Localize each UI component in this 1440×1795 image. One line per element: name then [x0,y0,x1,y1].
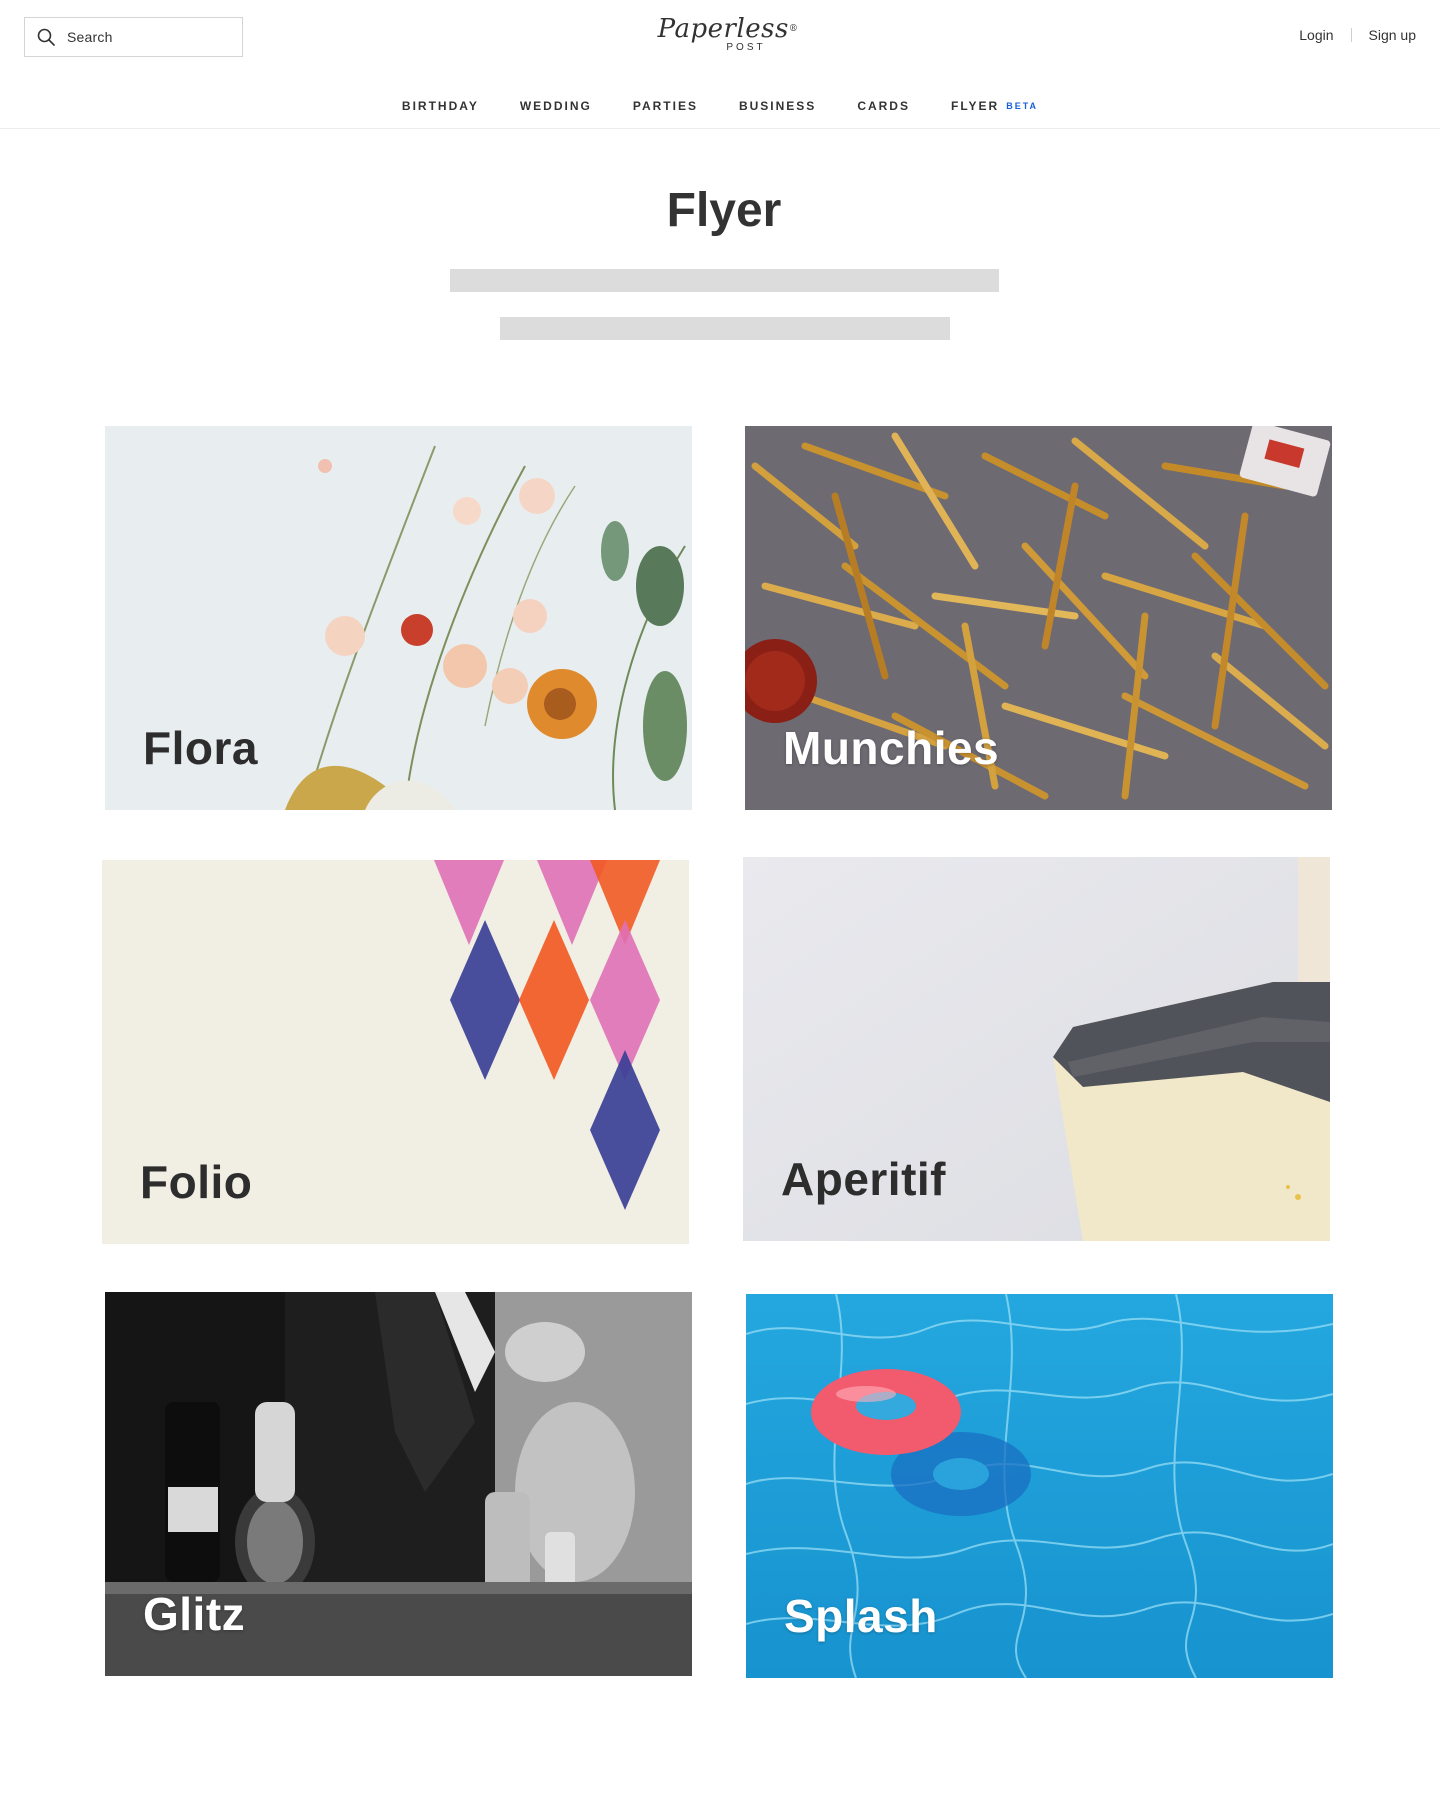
logo-wordmark: Paperless® [657,14,799,44]
page-title: Flyer [666,184,782,237]
collection-title: Munchies [783,722,1000,774]
nav-item-birthday[interactable]: BIRTHDAY [402,99,479,113]
auth-divider [1350,28,1352,42]
description-placeholder-line-1 [450,269,999,292]
collection-card-glitz[interactable]: Glitz [105,1292,692,1676]
nav-item-flyer[interactable]: FLYER BETA [951,99,1038,113]
site-header: Search Paperless® POST Login Sign up BIR… [0,0,1440,129]
nav-item-parties[interactable]: PARTIES [633,99,698,113]
nav-item-cards[interactable]: CARDS [857,99,910,113]
collection-title: Aperitif [781,1153,946,1205]
search-icon [37,28,55,46]
collection-title: Flora [143,722,258,774]
paperless-post-logo[interactable]: Paperless® POST [620,14,836,58]
category-nav: BIRTHDAY WEDDING PARTIES BUSINESS CARDS … [0,99,1440,113]
auth-links: Login Sign up [1299,27,1416,43]
search-input[interactable]: Search [24,17,243,57]
signup-link[interactable]: Sign up [1369,27,1416,43]
collection-title: Folio [140,1156,253,1208]
collection-title: Glitz [143,1588,246,1640]
description-placeholder-line-2 [500,317,950,340]
beta-badge: BETA [1006,101,1039,111]
collection-title: Splash [784,1590,938,1642]
collection-card-munchies[interactable]: Munchies [745,426,1332,810]
search-placeholder: Search [67,29,113,45]
collection-card-aperitif[interactable]: Aperitif [743,857,1330,1241]
collection-card-flora[interactable]: Flora [105,426,692,810]
nav-item-flyer-label: FLYER [950,99,1000,113]
login-link[interactable]: Login [1299,27,1333,43]
nav-item-business[interactable]: BUSINESS [739,99,816,113]
nav-item-wedding[interactable]: WEDDING [520,99,592,113]
collection-card-splash[interactable]: Splash [746,1294,1333,1678]
collection-card-folio[interactable]: Folio [102,860,689,1244]
